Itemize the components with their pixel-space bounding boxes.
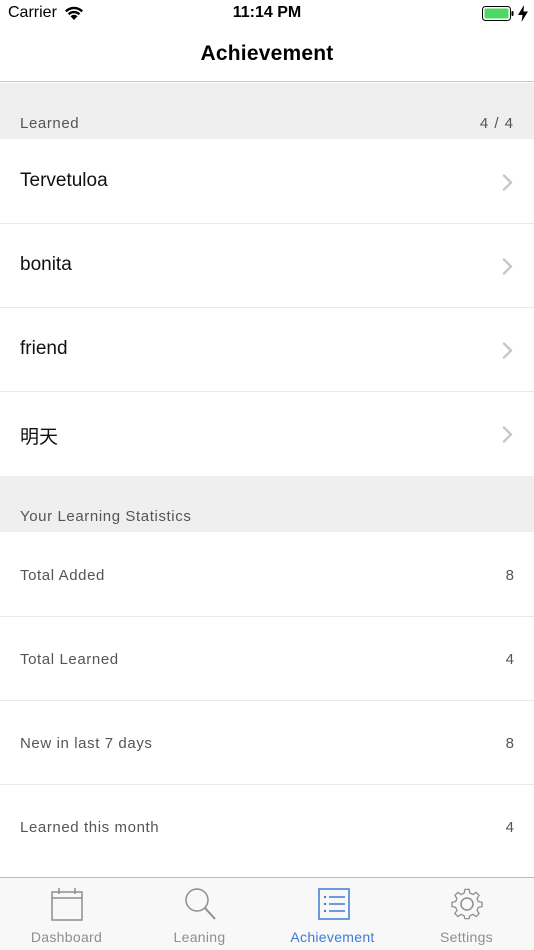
tab-label: Dashboard (30, 929, 103, 945)
chevron-right-icon (502, 258, 513, 275)
learned-item[interactable]: Tervetuloa (0, 140, 534, 224)
stat-value: 8 (505, 567, 514, 584)
learned-item-label: bonita (20, 254, 72, 275)
learned-item[interactable]: bonita (0, 224, 534, 308)
learned-item-label: 明天 (20, 427, 59, 448)
tab-label: Achievement (290, 929, 375, 945)
learned-item-label: friend (20, 338, 68, 359)
stat-label: Total Learned (20, 651, 119, 668)
stat-label: New in last 7 days (20, 735, 153, 752)
chevron-right-icon (502, 174, 513, 191)
statistics-section-header: Your Learning Statistics (0, 476, 534, 532)
chevron-right-icon (502, 342, 513, 359)
tab-leaning[interactable]: Leaning (133, 878, 266, 950)
stat-value: 4 (505, 651, 514, 668)
learned-section-header: Learned 4 / 4 (0, 83, 534, 139)
tab-bar: Dashboard Leaning Achievement Settings (0, 877, 534, 950)
section-title: Your Learning Statistics (20, 508, 192, 525)
stat-value: 8 (505, 735, 514, 752)
tab-label: Leaning (173, 929, 226, 945)
tab-dashboard[interactable]: Dashboard (0, 878, 133, 950)
stat-row: Learned this month 4 (0, 785, 534, 869)
learned-item[interactable]: 明天 (0, 392, 534, 476)
section-title: Learned (20, 115, 80, 132)
search-icon (185, 888, 216, 920)
chevron-right-icon (502, 426, 513, 443)
battery-icon (482, 6, 514, 21)
status-bar: Carrier 11:14 PM (0, 0, 534, 28)
calendar-icon (51, 888, 83, 921)
tab-achievement[interactable]: Achievement (266, 878, 399, 950)
clock: 11:14 PM (232, 4, 302, 21)
stat-row: Total Added 8 (0, 533, 534, 617)
stat-label: Learned this month (20, 819, 160, 836)
stat-row: New in last 7 days 8 (0, 701, 534, 785)
tab-label: Settings (440, 929, 493, 945)
stat-value: 4 (505, 819, 514, 836)
stat-label: Total Added (20, 567, 105, 584)
list-icon (318, 888, 350, 920)
stat-row: Total Learned 4 (0, 617, 534, 701)
page-title: Achievement (200, 42, 334, 65)
charging-icon (518, 5, 528, 22)
learned-count: 4 / 4 (479, 115, 514, 132)
tab-settings[interactable]: Settings (400, 878, 533, 950)
learned-item[interactable]: friend (0, 308, 534, 392)
learned-item-label: Tervetuloa (20, 170, 108, 191)
navigation-bar: Achievement (0, 28, 534, 82)
gear-icon (451, 888, 483, 920)
